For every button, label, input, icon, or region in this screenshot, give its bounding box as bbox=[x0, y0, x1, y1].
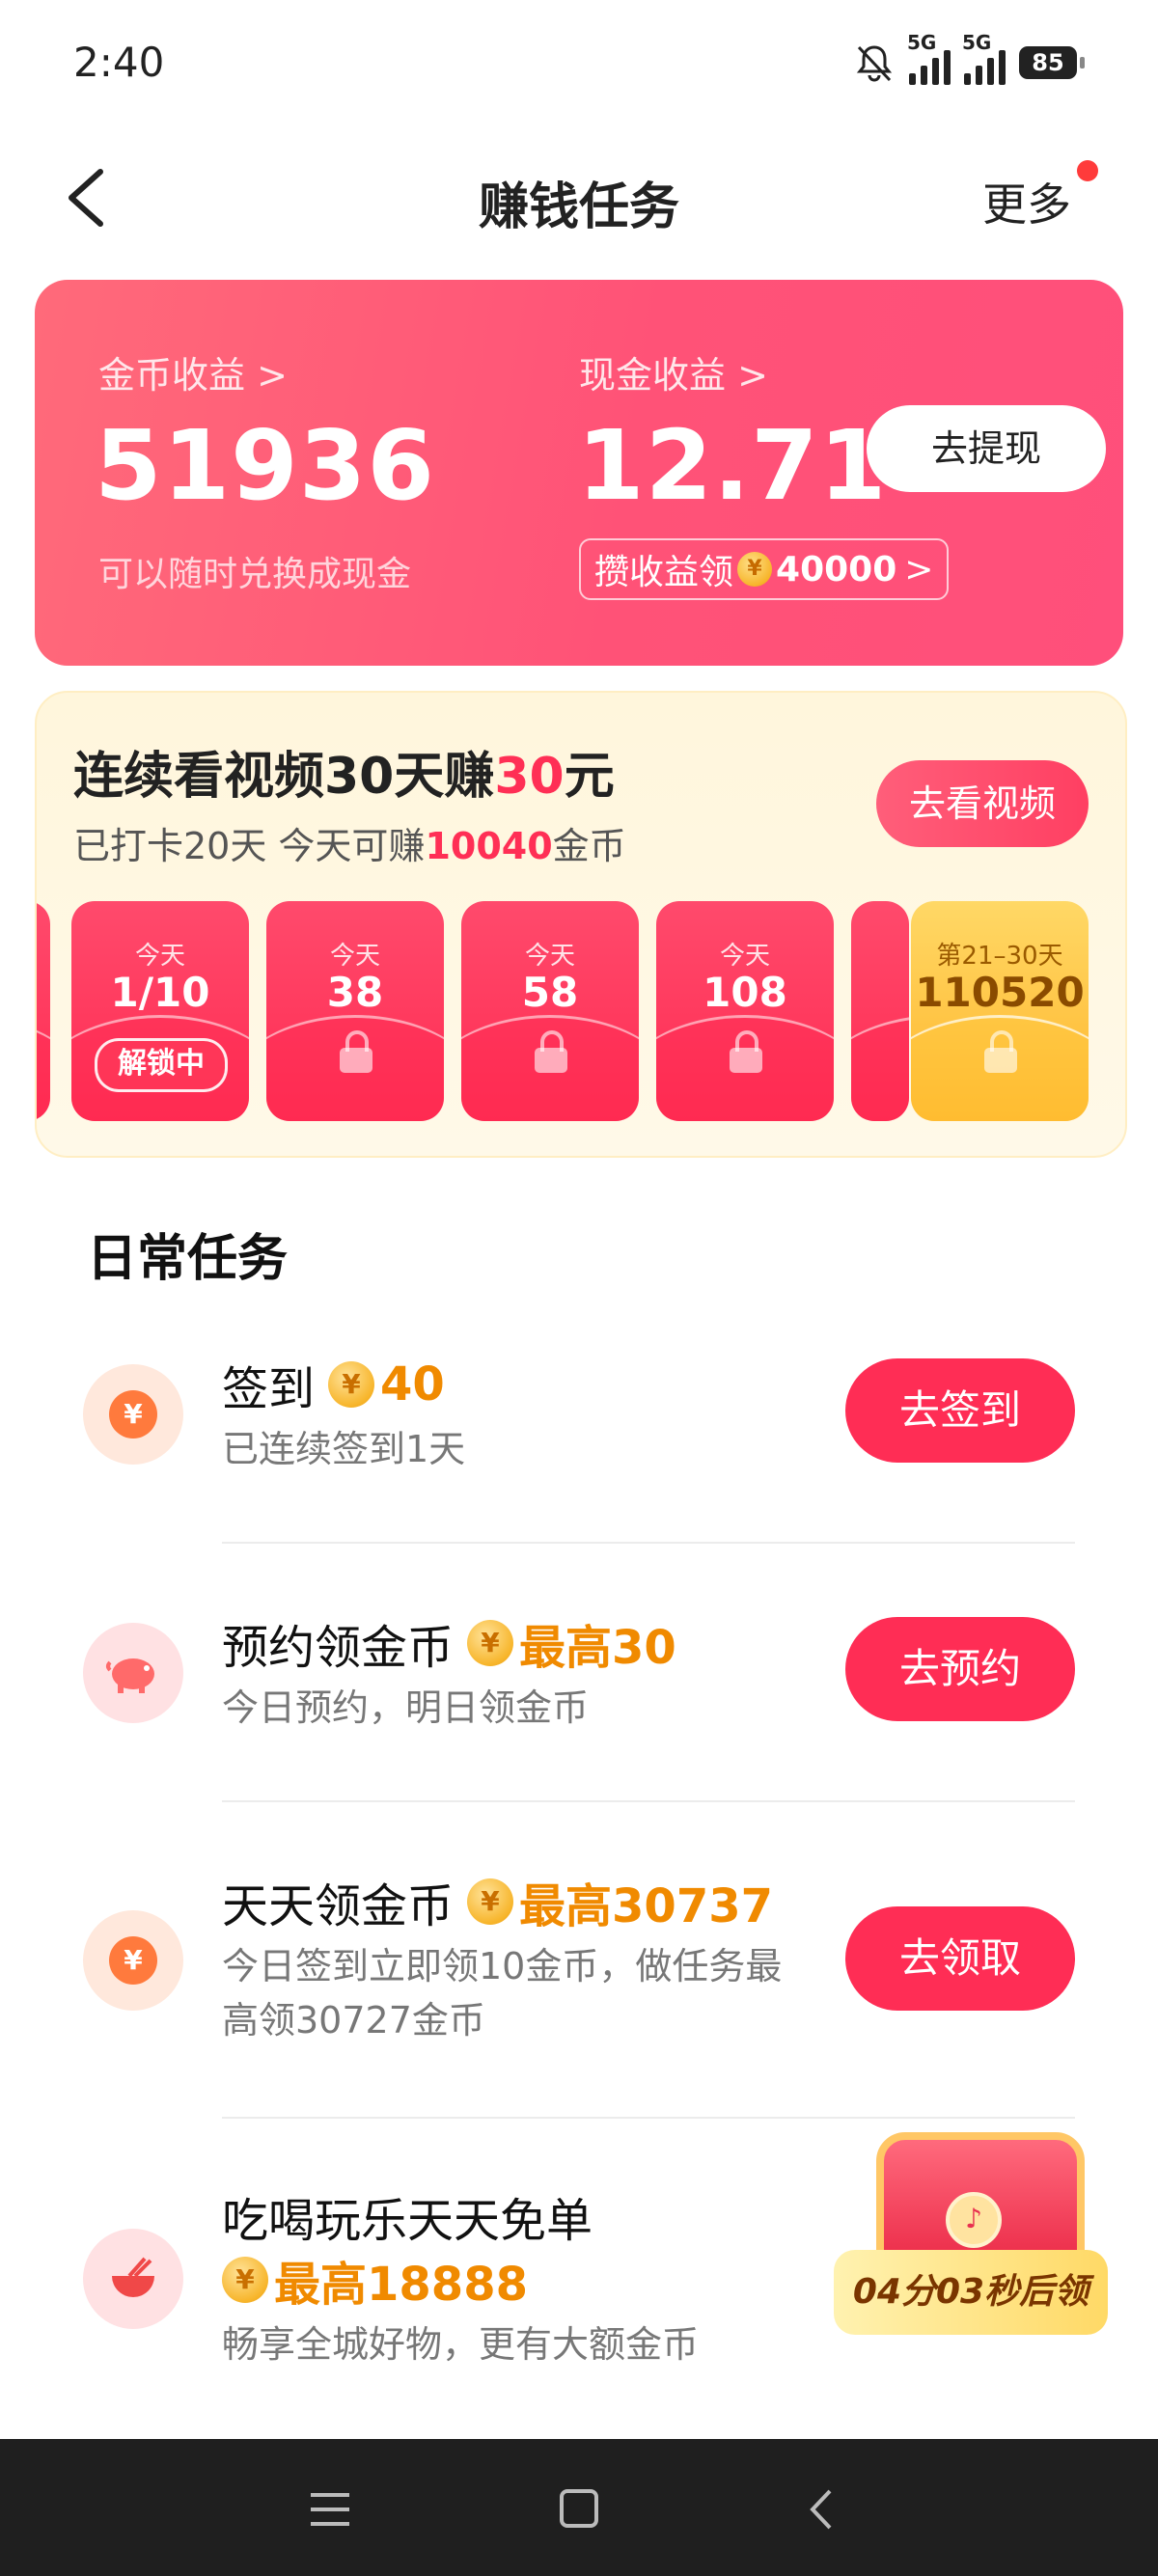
task-reward: 40 bbox=[380, 1357, 445, 1411]
task-title: 吃喝玩乐天天免单 bbox=[222, 2194, 593, 2248]
yuan-coin-icon: ¥ bbox=[83, 1910, 183, 2011]
day-tile-21-30[interactable]: 第21–30天 110520 bbox=[911, 901, 1089, 1121]
day-tile-2[interactable]: 今天 38 bbox=[266, 901, 444, 1121]
task-title: 天天领金币 bbox=[222, 1879, 455, 1933]
day-tile-5-partial bbox=[851, 901, 909, 1121]
task-reward: 最高18888 bbox=[274, 2258, 528, 2312]
task-reward: 最高30737 bbox=[519, 1879, 774, 1933]
bowl-icon bbox=[83, 2229, 183, 2329]
coin-earnings-hint: 可以随时兑换成现金 bbox=[98, 555, 412, 594]
chevron-right-icon: > bbox=[904, 549, 934, 589]
save-earnings-promo[interactable]: 攒收益领 ¥ 40000 > bbox=[579, 538, 950, 600]
streak-subtitle: 已打卡20天 今天可赚10040金币 bbox=[73, 825, 626, 867]
promo-amount: 40000 bbox=[776, 549, 897, 589]
task-title: 签到 bbox=[222, 1362, 316, 1416]
promo-label: 攒收益领 bbox=[594, 553, 734, 592]
task-desc: 今日签到立即领10金币，做任务最高领30727金币 bbox=[222, 1945, 783, 2042]
notification-dot bbox=[1077, 160, 1098, 181]
cash-earnings-link[interactable]: 现金收益 > bbox=[579, 345, 768, 398]
system-nav-bar bbox=[0, 2439, 1158, 2576]
system-back-icon[interactable] bbox=[793, 2483, 851, 2535]
lock-icon bbox=[730, 1030, 762, 1073]
menu-icon[interactable] bbox=[301, 2483, 359, 2535]
day-tile-previous bbox=[37, 901, 50, 1121]
earnings-card: 金币收益 > 51936 可以随时兑换成现金 现金收益 > 12.71 去提现 … bbox=[35, 280, 1123, 666]
coin-icon: ¥ bbox=[467, 1620, 514, 1666]
more-button[interactable]: 更多 bbox=[982, 170, 1071, 233]
checkin-button[interactable]: 去签到 bbox=[845, 1358, 1075, 1463]
lock-icon bbox=[984, 1030, 1017, 1073]
task-reserve: 预约领金币 ¥ 最高30 今日预约，明日领金币 去预约 bbox=[0, 1609, 1158, 1764]
divider bbox=[222, 1800, 1075, 1802]
chest-countdown[interactable]: 04分03秒后领 bbox=[834, 2250, 1108, 2335]
day-tile-3[interactable]: 今天 58 bbox=[461, 901, 639, 1121]
task-reward: 最高30 bbox=[519, 1621, 676, 1675]
status-time: 2:40 bbox=[73, 39, 165, 86]
home-icon[interactable] bbox=[550, 2483, 608, 2535]
task-title: 预约领金币 bbox=[222, 1621, 455, 1675]
status-icons: 5G 5G 85 bbox=[853, 31, 1085, 87]
piggy-bank-icon bbox=[83, 1623, 183, 1723]
coin-icon: ¥ bbox=[737, 552, 773, 587]
withdraw-button[interactable]: 去提现 bbox=[867, 405, 1106, 492]
day-tile-4[interactable]: 今天 108 bbox=[656, 901, 834, 1121]
battery-icon: 85 bbox=[1019, 46, 1085, 79]
signal-icon-2: 5G bbox=[962, 31, 1006, 85]
yuan-coin-icon: ¥ bbox=[83, 1364, 183, 1465]
status-bar: 2:40 5G 5G 85 bbox=[0, 0, 1158, 125]
top-nav: 赚钱任务 更多 bbox=[0, 145, 1158, 251]
daily-tasks-title: 日常任务 bbox=[87, 1230, 289, 1288]
coin-icon: ¥ bbox=[328, 1361, 375, 1408]
coin-earnings-link[interactable]: 金币收益 > bbox=[98, 345, 288, 398]
coin-earnings-value: 51936 bbox=[95, 409, 435, 522]
day-tile-1[interactable]: 今天 1/10 解锁中 bbox=[71, 901, 249, 1121]
watch-video-button[interactable]: 去看视频 bbox=[876, 760, 1089, 847]
unlocking-badge: 解锁中 bbox=[95, 1038, 228, 1092]
task-desc: 今日预约，明日领金币 bbox=[222, 1686, 590, 1729]
claim-button[interactable]: 去领取 bbox=[845, 1906, 1075, 2011]
lock-icon bbox=[340, 1030, 372, 1073]
signal-icon-1: 5G bbox=[907, 31, 951, 85]
task-desc: 已连续签到1天 bbox=[222, 1428, 466, 1470]
cash-earnings-value: 12.71 bbox=[577, 409, 888, 522]
tiktok-logo-icon: ♪ bbox=[946, 2192, 1002, 2248]
streak-title: 连续看视频30天赚30元 bbox=[73, 748, 615, 806]
streak-card: 连续看视频30天赚30元 已打卡20天 今天可赚10040金币 去看视频 今天 … bbox=[35, 691, 1127, 1158]
task-daily-coins: ¥ 天天领金币 ¥ 最高30737 今日签到立即领10金币，做任务最高领3072… bbox=[0, 1868, 1158, 2061]
coin-icon: ¥ bbox=[467, 1878, 514, 1925]
lock-icon bbox=[535, 1030, 567, 1073]
divider bbox=[222, 1542, 1075, 1544]
task-desc: 畅享全城好物，更有大额金币 bbox=[222, 2323, 700, 2366]
mute-bell-icon bbox=[856, 45, 893, 82]
task-checkin: ¥ 签到 ¥ 40 已连续签到1天 去签到 bbox=[0, 1351, 1158, 1505]
reserve-button[interactable]: 去预约 bbox=[845, 1617, 1075, 1721]
coin-icon: ¥ bbox=[222, 2257, 268, 2303]
